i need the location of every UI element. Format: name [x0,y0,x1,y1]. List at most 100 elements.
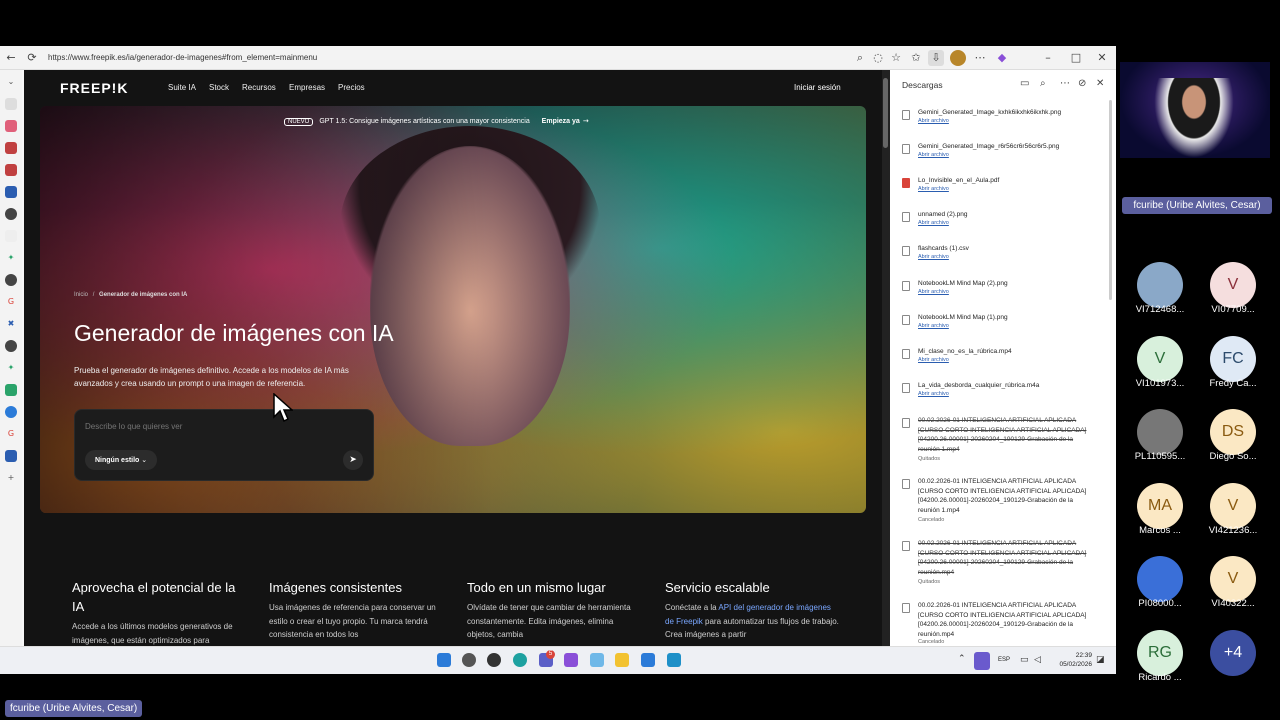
open-file-link[interactable]: Abrir archivo [918,220,949,226]
page-subtitle: Prueba el generador de imágenes definiti… [74,366,349,388]
tab-icon[interactable] [5,274,17,286]
style-selector[interactable]: Ningún estilo ⌄ [85,450,158,470]
tab-icon[interactable] [5,142,17,154]
app-icon[interactable] [487,653,501,667]
network-icon[interactable]: ▭ [1020,655,1029,665]
favorites-icon[interactable]: ✩ [908,50,924,66]
page-scrollbar-thumb[interactable] [883,78,888,148]
app-icon[interactable] [462,653,476,667]
open-file-link[interactable]: Abrir archivo [918,289,949,295]
notifications-icon[interactable]: ◪ [1096,655,1105,665]
participant-avatar[interactable] [1137,556,1183,602]
downloads-scrollbar[interactable] [1109,100,1112,300]
tab-icon[interactable] [5,230,17,242]
app-icon[interactable] [641,653,655,667]
signin-link[interactable]: Iniciar sesión [794,83,841,92]
pin-icon[interactable]: ⊘ [1078,78,1086,89]
open-file-link[interactable]: Abrir archivo [918,391,949,397]
self-name-label: fcuribe (Uribe Alvites, Cesar) [1122,197,1272,214]
open-file-link[interactable]: Abrir archivo [918,323,949,329]
participant-avatar[interactable]: V [1210,482,1256,529]
address-bar[interactable]: https://www.freepik.es/ia/generador-de-i… [44,50,884,66]
windows-start-icon[interactable] [437,653,451,667]
copilot-icon[interactable]: ◆ [994,50,1010,66]
google-icon[interactable]: G [5,296,17,308]
feature-card: Todo en un mismo lugar Olvídate de tener… [467,578,643,642]
favorite-icon[interactable]: ☆ [888,50,904,66]
add-tab-icon[interactable]: + [5,472,17,484]
tab-icon[interactable] [5,98,17,110]
tab-icon[interactable] [5,384,17,396]
tab-icon[interactable] [5,120,17,132]
participant-avatar[interactable] [1137,262,1183,308]
tracking-icon[interactable]: ◌ [870,50,886,66]
participant-name: VI712468... [1135,304,1185,315]
participant-avatar[interactable]: V [1137,335,1183,382]
app-icon[interactable] [564,653,578,667]
tab-icon[interactable]: ✦ [5,362,17,374]
participant-avatar[interactable]: +4 [1210,629,1256,676]
participant-avatar[interactable]: V [1210,556,1256,602]
participant-avatar[interactable] [1137,409,1183,455]
language-indicator[interactable]: ESP [998,657,1010,663]
nav-recursos[interactable]: Recursos [242,83,276,92]
zoom-icon[interactable]: ⌕ [852,50,868,66]
app-icon[interactable] [667,653,681,667]
nav-precios[interactable]: Precios [338,83,365,92]
close-icon[interactable]: ✕ [1094,50,1110,66]
nav-empresas[interactable]: Empresas [289,83,325,92]
nav-stock[interactable]: Stock [209,83,229,92]
close-icon[interactable]: ✕ [1096,78,1104,89]
participant-avatar[interactable]: FC [1210,335,1256,382]
tab-icon[interactable] [5,164,17,176]
search-icon[interactable]: ⌕ [1040,78,1046,89]
open-file-link[interactable]: Abrir archivo [918,357,949,363]
download-icon[interactable]: ⇩ [928,50,944,66]
back-icon[interactable]: ← [3,50,19,66]
open-file-link[interactable]: Abrir archivo [918,254,949,260]
tab-icon[interactable]: ✦ [5,252,17,264]
announcement-banner[interactable]: NUEVO GPT 1.5: Consigue imágenes artístic… [284,114,624,128]
banner-cta[interactable]: Empieza ya [542,118,580,125]
participant-name: Diego So... [1209,451,1257,462]
open-file-link[interactable]: Abrir archivo [918,152,949,158]
tab-icon[interactable] [5,340,17,352]
participant-avatar[interactable]: MA [1137,482,1183,529]
send-icon[interactable]: ➤ [343,450,363,470]
folder-icon[interactable]: ▭ [1020,78,1029,89]
open-file-link[interactable]: Abrir archivo [918,118,949,124]
time: 22:39 [1075,652,1092,659]
page-scrollbar[interactable] [882,70,890,646]
refresh-icon[interactable]: ⟳ [24,50,40,66]
folder-icon[interactable] [615,653,629,667]
open-file-link[interactable]: Abrir archivo [918,186,949,192]
google-icon[interactable]: G [5,428,17,440]
breadcrumb-home[interactable]: Inicio [74,292,88,298]
clock[interactable]: 22:39 05/02/2026 [1050,651,1092,669]
maximize-icon[interactable]: □ [1068,50,1084,66]
downloads-panel: Descargas ▭ ⌕ ⋯ ⊘ ✕ Gemini_Generated_Ima… [890,70,1116,646]
nav-suite-ia[interactable]: Suite IA [168,83,196,92]
participant-avatar[interactable]: V [1210,262,1256,308]
download-status: Quitados [918,579,941,585]
edge-icon[interactable] [513,653,527,667]
chevron-down-icon[interactable]: ⌄ [5,76,17,88]
tab-icon[interactable] [5,406,17,418]
chevron-up-icon[interactable]: ⌃ [958,654,966,664]
participant-avatar[interactable]: RG [1137,629,1183,676]
microphone-icon[interactable] [974,652,990,670]
profile-avatar[interactable] [950,50,966,66]
more-icon[interactable]: ⋯ [972,50,988,66]
tab-icon[interactable]: ✖ [5,318,17,330]
minimize-icon[interactable]: – [1040,50,1056,66]
tab-icon[interactable] [5,186,17,198]
participant-name: VI07709... [1211,304,1255,315]
prompt-input[interactable] [85,422,355,431]
tab-icon[interactable] [5,208,17,220]
app-icon[interactable] [590,653,604,667]
volume-icon[interactable]: ◁ [1034,655,1041,665]
participant-avatar[interactable]: DS [1210,409,1256,455]
tab-icon[interactable] [5,450,17,462]
more-icon[interactable]: ⋯ [1060,78,1070,89]
freepik-logo[interactable]: FREEP!K [60,80,128,96]
